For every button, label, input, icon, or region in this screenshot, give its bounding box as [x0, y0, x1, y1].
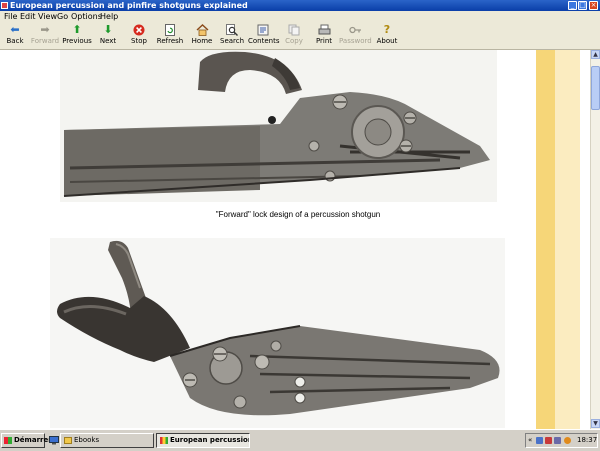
start-button[interactable]: Démarrer — [1, 433, 52, 448]
key-icon — [348, 24, 362, 36]
up-arrow-icon: ⬆ — [72, 23, 82, 36]
close-button[interactable]: × — [589, 1, 598, 10]
copy-icon — [288, 24, 301, 36]
menu-bar: File Edit View Go Options Help — [0, 11, 600, 22]
tray-expand-icon[interactable]: « — [528, 434, 532, 447]
back-arrow-icon: ⬅ — [10, 23, 20, 36]
print-icon — [318, 24, 331, 36]
previous-button[interactable]: ⬆ Previous — [62, 23, 92, 48]
home-icon — [196, 24, 209, 36]
toolbar: ⬅ Back ➡ Forward ⬆ Previous ⬇ Next Stop … — [0, 22, 600, 50]
scroll-down-icon[interactable]: ▼ — [591, 419, 600, 428]
decorative-stripe-cream — [555, 50, 580, 429]
forward-button[interactable]: ➡ Forward — [30, 23, 60, 48]
quicklaunch-desktop-icon[interactable] — [49, 435, 59, 445]
lock-photo-bottom — [50, 238, 505, 428]
update-tray-icon[interactable] — [564, 437, 571, 444]
search-icon — [226, 24, 239, 36]
maximize-button[interactable]: □ — [578, 1, 587, 10]
title-bar[interactable]: European percussion and pinfire shotguns… — [0, 0, 600, 11]
windows-logo-icon — [4, 437, 12, 444]
clock[interactable]: 18:37 — [577, 434, 597, 447]
menu-go[interactable]: Go — [57, 11, 68, 22]
refresh-button[interactable]: Refresh — [155, 23, 185, 48]
folder-icon — [64, 437, 72, 444]
menu-help[interactable]: Help — [100, 11, 118, 22]
decorative-stripe-gold — [536, 50, 555, 429]
print-button[interactable]: Print — [313, 23, 335, 48]
content-area: "Forward" lock design of a percussion sh… — [0, 50, 590, 429]
taskbar-task-european-percussion[interactable]: European percussion ... — [156, 433, 250, 448]
taskbar: Démarrer Ebooks European percussion ... … — [0, 429, 600, 451]
forward-arrow-icon: ➡ — [40, 23, 50, 36]
ebook-app-icon — [160, 437, 168, 444]
antivirus-tray-icon[interactable] — [545, 437, 552, 444]
copy-button[interactable]: Copy — [283, 23, 305, 48]
window-title: European percussion and pinfire shotguns… — [10, 1, 248, 10]
stop-icon — [133, 24, 146, 36]
back-button[interactable]: ⬅ Back — [2, 23, 28, 48]
taskbar-task-ebooks[interactable]: Ebooks — [60, 433, 154, 448]
vertical-scrollbar[interactable]: ▲ ▼ — [590, 50, 600, 429]
volume-tray-icon[interactable] — [554, 437, 561, 444]
stop-button[interactable]: Stop — [126, 23, 152, 48]
scroll-thumb[interactable] — [591, 66, 600, 110]
network-tray-icon[interactable] — [536, 437, 543, 444]
minimize-button[interactable]: _ — [568, 1, 577, 10]
down-arrow-icon: ⬇ — [103, 23, 113, 36]
help-icon: ? — [383, 23, 391, 36]
contents-button[interactable]: Contents — [248, 23, 280, 48]
menu-options[interactable]: Options — [71, 11, 102, 22]
menu-file[interactable]: File — [4, 11, 17, 22]
app-icon — [1, 2, 8, 9]
password-button[interactable]: Password — [339, 23, 372, 48]
percussion-lock-photo — [60, 50, 497, 202]
contents-icon — [257, 24, 270, 36]
about-button[interactable]: ? About — [376, 23, 398, 48]
search-button[interactable]: Search — [220, 23, 244, 48]
photo-caption: "Forward" lock design of a percussion sh… — [215, 210, 381, 219]
menu-edit[interactable]: Edit — [20, 11, 36, 22]
menu-view[interactable]: View — [38, 11, 57, 22]
system-tray: « 18:37 — [525, 433, 598, 448]
scroll-up-icon[interactable]: ▲ — [591, 50, 600, 59]
refresh-icon — [164, 24, 177, 36]
home-button[interactable]: Home — [190, 23, 214, 48]
next-button[interactable]: ⬇ Next — [95, 23, 121, 48]
